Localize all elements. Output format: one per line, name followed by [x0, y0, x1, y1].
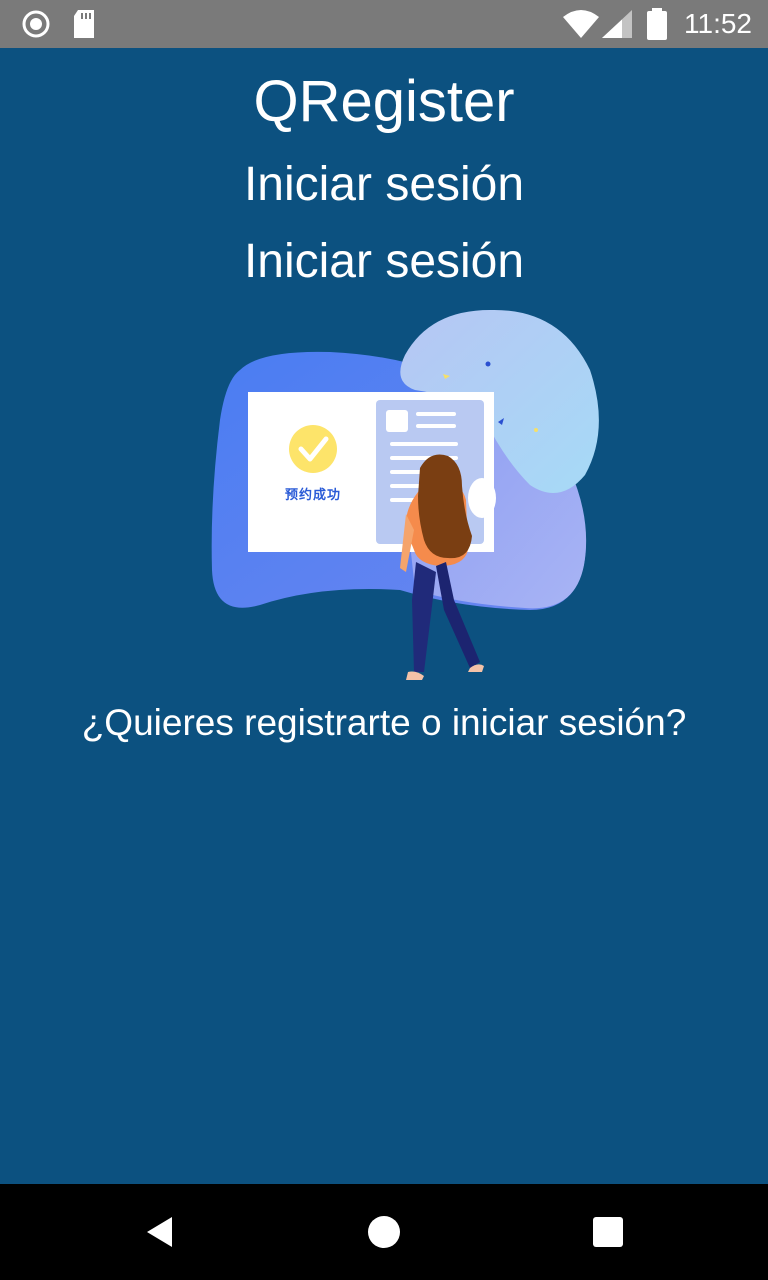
home-icon	[368, 1216, 400, 1248]
sd-card-icon	[72, 10, 100, 38]
status-bar: 11:52	[0, 0, 768, 48]
register-or-login-question: ¿Quieres registrarte o iniciar sesión?	[81, 702, 687, 743]
home-button[interactable]	[354, 1202, 414, 1262]
page-subtitle: Iniciar sesión	[243, 235, 525, 288]
check-icon	[289, 425, 337, 473]
appointment-success-label: 预约成功	[284, 488, 341, 503]
recents-button[interactable]	[578, 1202, 638, 1262]
registration-illustration: 预约成功	[200, 300, 620, 690]
wifi-icon	[562, 10, 600, 42]
status-time: 11:52	[684, 8, 752, 39]
page-title: Iniciar sesión	[243, 158, 525, 211]
back-button[interactable]	[130, 1202, 190, 1262]
login-screen: 11:52 QRegister Iniciar sesión Iniciar s…	[0, 0, 768, 1280]
battery-icon	[646, 8, 668, 44]
app-title: QRegister	[253, 69, 515, 134]
signal-icon	[602, 10, 632, 42]
back-icon	[147, 1217, 172, 1247]
record-icon	[22, 10, 50, 38]
navigation-bar	[0, 1184, 768, 1280]
recents-icon	[593, 1217, 623, 1247]
